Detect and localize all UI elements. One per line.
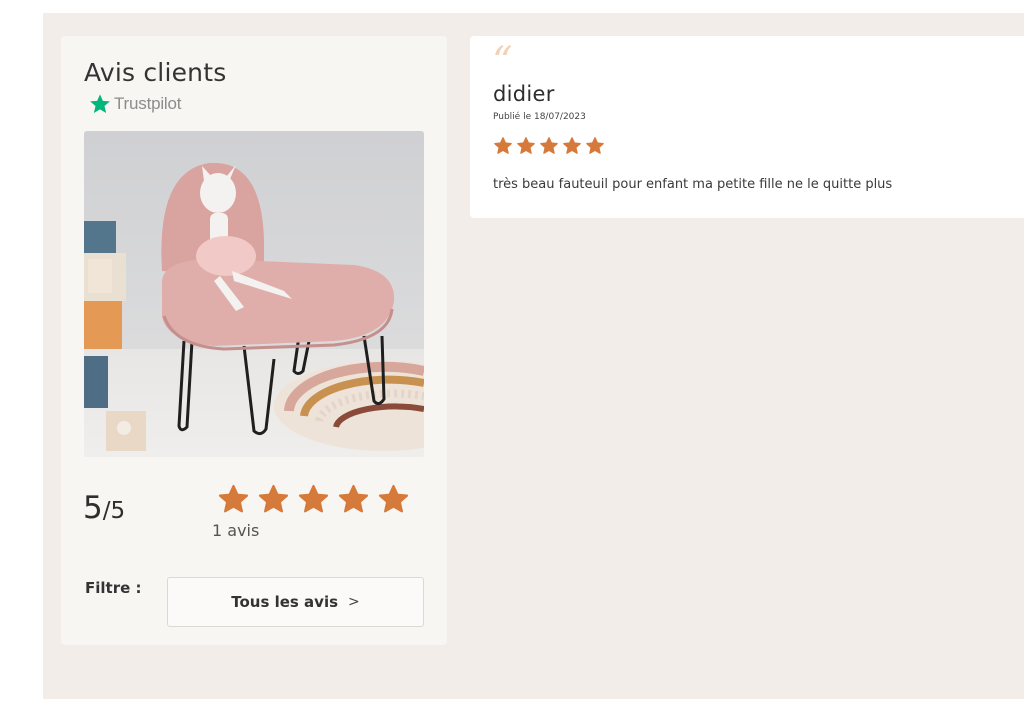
trustpilot-brand[interactable]: Trustpilot [88,93,181,115]
filter-label: Filtre : [85,579,142,597]
review-text: très beau fauteuil pour enfant ma petite… [493,177,893,192]
review-card: “ didier Publié le 18/07/2023 très beau … [470,36,1024,218]
star-icon [337,483,370,516]
star-icon [493,136,513,156]
summary-rating-stars [217,483,410,516]
reviewer-name: didier [493,82,555,106]
star-icon [217,483,250,516]
score-max: 5 [110,498,126,524]
review-date: Publié le 18/07/2023 [493,112,586,122]
reviews-summary-card: Avis clients Trustpilot 5/5 1 avis Filtr… [61,36,447,645]
star-icon [585,136,605,156]
trustpilot-label: Trustpilot [114,94,182,113]
star-icon [257,483,290,516]
product-image [84,131,424,457]
filter-button-label: Tous les avis [231,593,339,611]
star-icon [377,483,410,516]
star-icon [516,136,536,156]
review-rating-stars [493,136,605,156]
star-icon [562,136,582,156]
reviews-count: 1 avis [212,521,260,540]
chevron-right-icon: > [348,594,360,610]
rating-score: 5/5 [83,490,125,526]
score-value: 5 [83,490,103,526]
star-icon [297,483,330,516]
filter-dropdown-button[interactable]: Tous les avis > [167,577,424,627]
quote-icon: “ [492,39,513,85]
trustpilot-star-icon [88,93,112,115]
summary-title: Avis clients [84,58,227,87]
star-icon [539,136,559,156]
